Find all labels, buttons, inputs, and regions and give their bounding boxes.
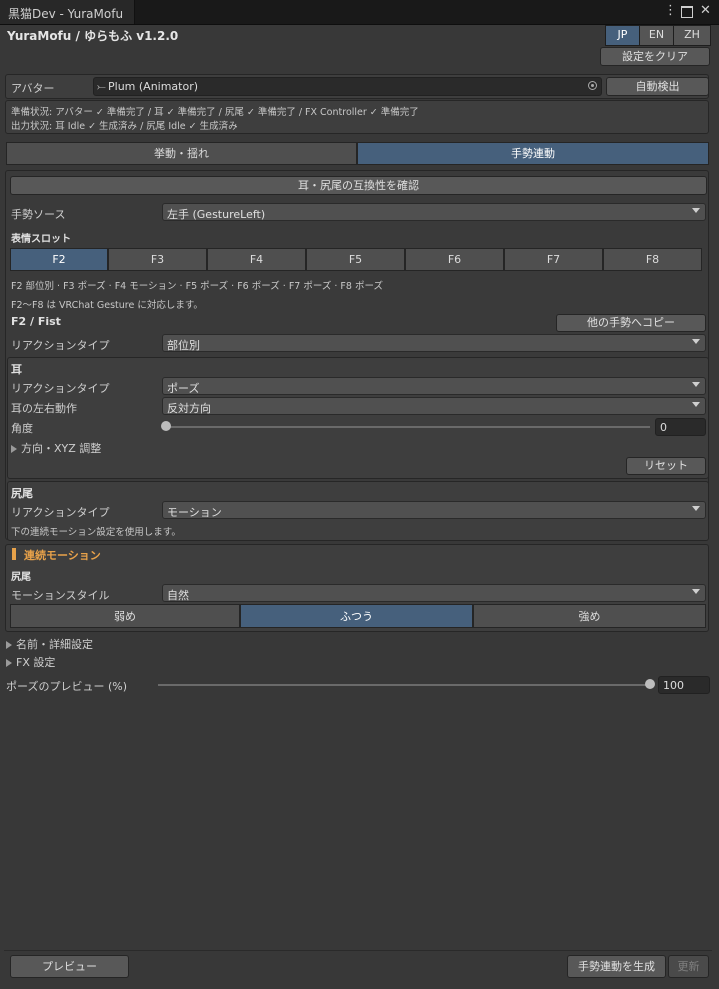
tail-reaction-type-value: モーション [167,506,222,519]
chevron-down-icon [692,506,700,511]
chevron-down-icon [692,402,700,407]
ears-angle-input[interactable]: 0 [655,418,706,436]
ears-angle-value: 0 [660,421,667,434]
pose-preview-input[interactable]: 100 [658,676,710,694]
strength-weak[interactable]: 弱め [10,604,240,628]
slot-f5[interactable]: F5 [306,248,405,271]
kebab-menu-icon[interactable]: ⋮ [664,4,677,18]
chevron-down-icon [692,382,700,387]
maximize-icon[interactable] [681,6,693,18]
gesture-source-label: 手勢ソース [11,208,66,221]
ears-reaction-type-dropdown[interactable]: ポーズ [162,377,706,395]
close-icon[interactable]: ✕ [700,4,711,18]
motion-style-value: 自然 [167,589,189,602]
pose-preview-value: 100 [663,679,684,692]
ears-reaction-type-value: ポーズ [167,382,200,395]
fx-settings-foldout[interactable]: FX 設定 [6,654,55,670]
gesture-source-value: 左手 (GestureLeft) [167,208,266,221]
slot-f2[interactable]: F2 [10,248,108,271]
tail-reaction-type-label: リアクションタイプ [11,506,110,519]
foldout-arrow-icon [6,641,12,649]
slot-f4[interactable]: F4 [207,248,306,271]
motion-style-dropdown[interactable]: 自然 [162,584,706,602]
tail-note-text: 下の連続モーション設定を使用します。 [11,527,181,538]
tab-gesture[interactable]: 手勢連動 [357,142,709,165]
slot-note-text: F2〜F8 は VRChat Gesture に対応します。 [11,300,203,311]
avatar-object-field[interactable]: ⤚ Plum (Animator) [93,77,602,96]
avatar-value: Plum (Animator) [108,80,199,93]
ears-title: 耳 [11,363,22,376]
copy-to-other-gestures-button[interactable]: 他の手勢へコピー [556,314,706,332]
xyz-adjust-foldout[interactable]: 方向・XYZ 調整 [11,440,101,456]
reset-button[interactable]: リセット [626,457,706,475]
strength-strong[interactable]: 強め [473,604,706,628]
foldout-arrow-icon [11,445,17,453]
fx-settings-label: FX 設定 [16,656,56,669]
slot-summary-text: F2 部位別 · F3 ポーズ · F4 モーション · F5 ポーズ · F6… [11,281,383,292]
slot-f7[interactable]: F7 [504,248,603,271]
name-detail-foldout[interactable]: 名前・詳細設定 [6,636,93,652]
window-tab[interactable]: 黒猫Dev - YuraMofu [0,0,135,24]
chevron-down-icon [692,339,700,344]
lang-en-button[interactable]: EN [639,25,674,46]
update-button[interactable]: 更新 [668,955,709,978]
slot-detail-title: F2 / Fist [11,315,61,328]
title-bar: 黒猫Dev - YuraMofu ⋮ ✕ [0,0,719,25]
slot-reaction-type-dropdown[interactable]: 部位別 [162,334,706,352]
pose-preview-slider-handle[interactable] [645,679,655,689]
slot-reaction-type-value: 部位別 [167,339,200,352]
tab-behavior[interactable]: 挙動・揺れ [6,142,357,165]
slot-f6[interactable]: F6 [405,248,504,271]
ready-status-text: 準備状況: アバター ✓ 準備完了 / 耳 ✓ 準備完了 / 尻尾 ✓ 準備完了… [11,107,419,118]
compat-check-button[interactable]: 耳・尻尾の互換性を確認 [10,176,707,195]
chevron-down-icon [692,208,700,213]
xyz-adjust-label: 方向・XYZ 調整 [21,442,102,455]
tail-reaction-type-dropdown[interactable]: モーション [162,501,706,519]
animator-icon: ⤚ [97,80,106,93]
ears-panel [7,357,709,479]
ears-lr-motion-label: 耳の左右動作 [11,402,77,415]
ears-lr-motion-value: 反対方向 [167,402,211,415]
object-picker-icon[interactable] [588,81,597,90]
ears-angle-slider-handle[interactable] [161,421,171,431]
chevron-down-icon [692,589,700,594]
strength-normal[interactable]: ふつう [240,604,473,628]
generate-gesture-button[interactable]: 手勢連動を生成 [567,955,666,978]
tail-title: 尻尾 [11,487,33,500]
slot-f3[interactable]: F3 [108,248,207,271]
section-accent-bar [12,548,16,560]
ears-lr-motion-dropdown[interactable]: 反対方向 [162,397,706,415]
lang-zh-button[interactable]: ZH [673,25,711,46]
footer-divider [4,950,712,951]
ears-angle-slider-track[interactable] [166,426,650,428]
window-tab-title: 黒猫Dev - YuraMofu [8,7,124,21]
clear-settings-button[interactable]: 設定をクリア [600,47,710,66]
gesture-source-dropdown[interactable]: 左手 (GestureLeft) [162,203,706,221]
pose-preview-slider-track[interactable] [158,684,650,686]
pose-preview-label: ポーズのプレビュー (%) [6,680,127,693]
expression-slots-title: 表情スロット [11,234,71,245]
app-title: YuraMofu / ゆらもふ v1.2.0 [7,29,179,43]
lang-jp-button[interactable]: JP [605,25,640,46]
ears-reaction-type-label: リアクションタイプ [11,382,110,395]
motion-style-label: モーションスタイル [11,589,110,602]
ears-angle-label: 角度 [11,422,33,435]
name-detail-label: 名前・詳細設定 [16,638,93,651]
continuous-motion-subtitle: 尻尾 [11,572,31,583]
continuous-motion-title: 連続モーション [24,549,101,562]
avatar-label: アバター [11,82,55,95]
foldout-arrow-icon [6,659,12,667]
slot-f8[interactable]: F8 [603,248,702,271]
preview-button[interactable]: プレビュー [10,955,129,978]
output-status-text: 出力状況: 耳 Idle ✓ 生成済み / 尻尾 Idle ✓ 生成済み [11,121,238,132]
auto-detect-button[interactable]: 自動検出 [606,77,709,96]
slot-reaction-type-label: リアクションタイプ [11,339,110,352]
